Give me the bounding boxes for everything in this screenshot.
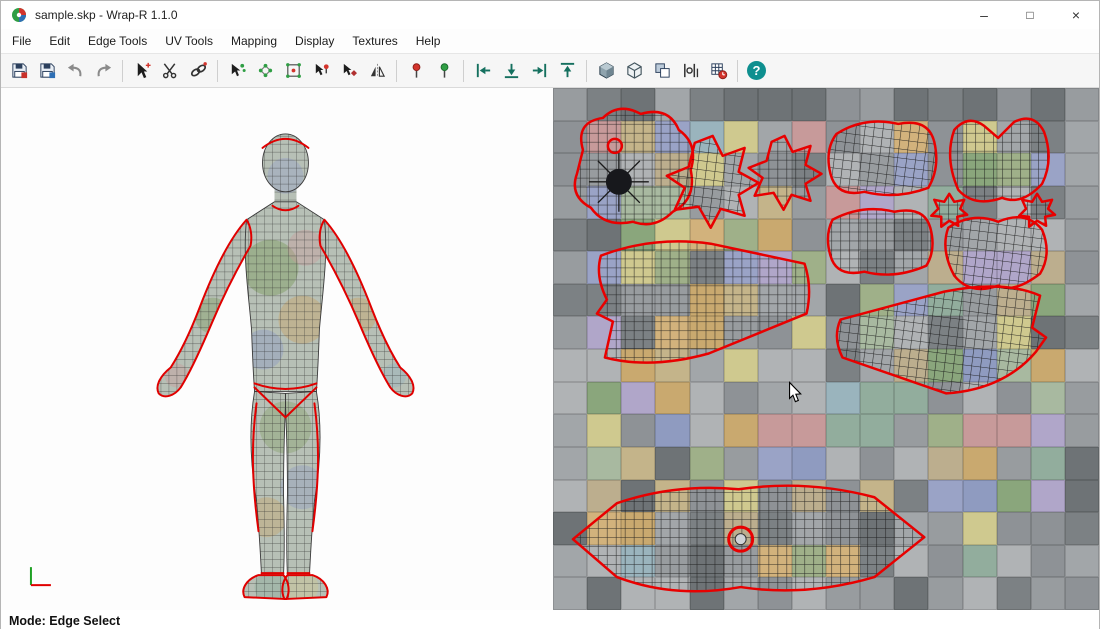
add-red-pin-button[interactable] <box>402 57 430 84</box>
leg-island-left[interactable] <box>597 241 809 362</box>
toolbar-separator <box>737 60 738 82</box>
select-button[interactable] <box>128 57 156 84</box>
titlebar: sample.skp - Wrap-R 1.1.0 – □ × <box>1 1 1099 29</box>
axis-indicator <box>31 567 51 585</box>
menu-textures[interactable]: Textures <box>343 30 406 52</box>
move-vertex-icon <box>228 61 247 80</box>
help-icon: ? <box>753 63 761 78</box>
leg-island-right[interactable] <box>837 286 1046 393</box>
checker-map-icon <box>709 61 728 80</box>
add-green-pin-icon <box>435 61 454 80</box>
align-bottom-icon <box>502 61 521 80</box>
app-window: sample.skp - Wrap-R 1.1.0 – □ × File Edi… <box>0 0 1100 629</box>
wire-cube-button[interactable] <box>620 57 648 84</box>
show-texture-button[interactable] <box>648 57 676 84</box>
add-green-pin-button[interactable] <box>430 57 458 84</box>
menubar: File Edit Edge Tools UV Tools Mapping Di… <box>1 29 1099 54</box>
uv-islands-canvas <box>553 88 1099 609</box>
distortion-view-icon <box>681 61 700 80</box>
undo-button[interactable] <box>61 57 89 84</box>
app-icon <box>11 7 27 23</box>
save-icon <box>10 61 29 80</box>
mode-status: Mode: Edge Select <box>9 614 120 628</box>
unfold-button[interactable] <box>279 57 307 84</box>
menu-uv-tools[interactable]: UV Tools <box>156 30 222 52</box>
align-right-icon <box>530 61 549 80</box>
undo-icon <box>66 61 85 80</box>
toolbar-separator <box>396 60 397 82</box>
model-body <box>141 128 430 607</box>
menu-edit[interactable]: Edit <box>40 30 79 52</box>
align-top-icon <box>558 61 577 80</box>
pin-tool-icon <box>312 61 331 80</box>
redo-icon <box>94 61 113 80</box>
straighten-button[interactable] <box>335 57 363 84</box>
menu-display[interactable]: Display <box>286 30 343 52</box>
torso-front-island[interactable] <box>828 121 936 195</box>
menu-mapping[interactable]: Mapping <box>222 30 286 52</box>
toolbar-separator <box>586 60 587 82</box>
main-area <box>1 88 1099 610</box>
model-canvas <box>1 88 553 609</box>
cut-edges-button[interactable] <box>156 57 184 84</box>
distortion-view-button[interactable] <box>676 57 704 84</box>
pin-tool-button[interactable] <box>307 57 335 84</box>
show-texture-icon <box>653 61 672 80</box>
checker-map-button[interactable] <box>704 57 732 84</box>
redo-button[interactable] <box>89 57 117 84</box>
align-bottom-button[interactable] <box>497 57 525 84</box>
cut-edges-icon <box>161 61 180 80</box>
hand-island-b[interactable] <box>749 136 822 210</box>
mouse-cursor <box>790 382 801 401</box>
minimize-button[interactable]: – <box>961 1 1007 29</box>
toolbar-separator <box>463 60 464 82</box>
save-copy-icon <box>38 61 57 80</box>
menu-file[interactable]: File <box>3 30 40 52</box>
straighten-icon <box>340 61 359 80</box>
toolbar-separator <box>122 60 123 82</box>
mirror-button[interactable] <box>363 57 391 84</box>
align-left-icon <box>474 61 493 80</box>
save-button[interactable] <box>5 57 33 84</box>
unfold-icon <box>284 61 303 80</box>
weld-edges-icon <box>189 61 208 80</box>
align-top-button[interactable] <box>553 57 581 84</box>
arms-island[interactable] <box>573 486 924 592</box>
close-button[interactable]: × <box>1053 1 1099 29</box>
help-button[interactable]: ? <box>747 61 766 80</box>
relax-vertices-button[interactable] <box>251 57 279 84</box>
torso-back-island[interactable] <box>950 119 1049 202</box>
align-right-button[interactable] <box>525 57 553 84</box>
save-copy-button[interactable] <box>33 57 61 84</box>
pack-islands-icon <box>597 61 616 80</box>
chest-island[interactable] <box>828 209 933 274</box>
wire-cube-icon <box>625 61 644 80</box>
toolbar: ? <box>1 54 1099 88</box>
select-arrow-icon <box>133 61 152 80</box>
window-title: sample.skp - Wrap-R 1.1.0 <box>35 8 961 22</box>
add-red-pin-icon <box>407 61 426 80</box>
weld-edges-button[interactable] <box>184 57 212 84</box>
pelvis-island[interactable] <box>945 217 1046 289</box>
relax-vertices-icon <box>256 61 275 80</box>
toolbar-separator <box>217 60 218 82</box>
mirror-icon <box>368 61 387 80</box>
maximize-button[interactable]: □ <box>1007 1 1053 29</box>
pack-islands-button[interactable] <box>592 57 620 84</box>
menu-help[interactable]: Help <box>407 30 450 52</box>
align-left-button[interactable] <box>469 57 497 84</box>
menu-edge-tools[interactable]: Edge Tools <box>79 30 156 52</box>
move-vertex-button[interactable] <box>223 57 251 84</box>
uv-editor[interactable] <box>553 88 1099 610</box>
viewport-3d[interactable] <box>1 88 553 610</box>
